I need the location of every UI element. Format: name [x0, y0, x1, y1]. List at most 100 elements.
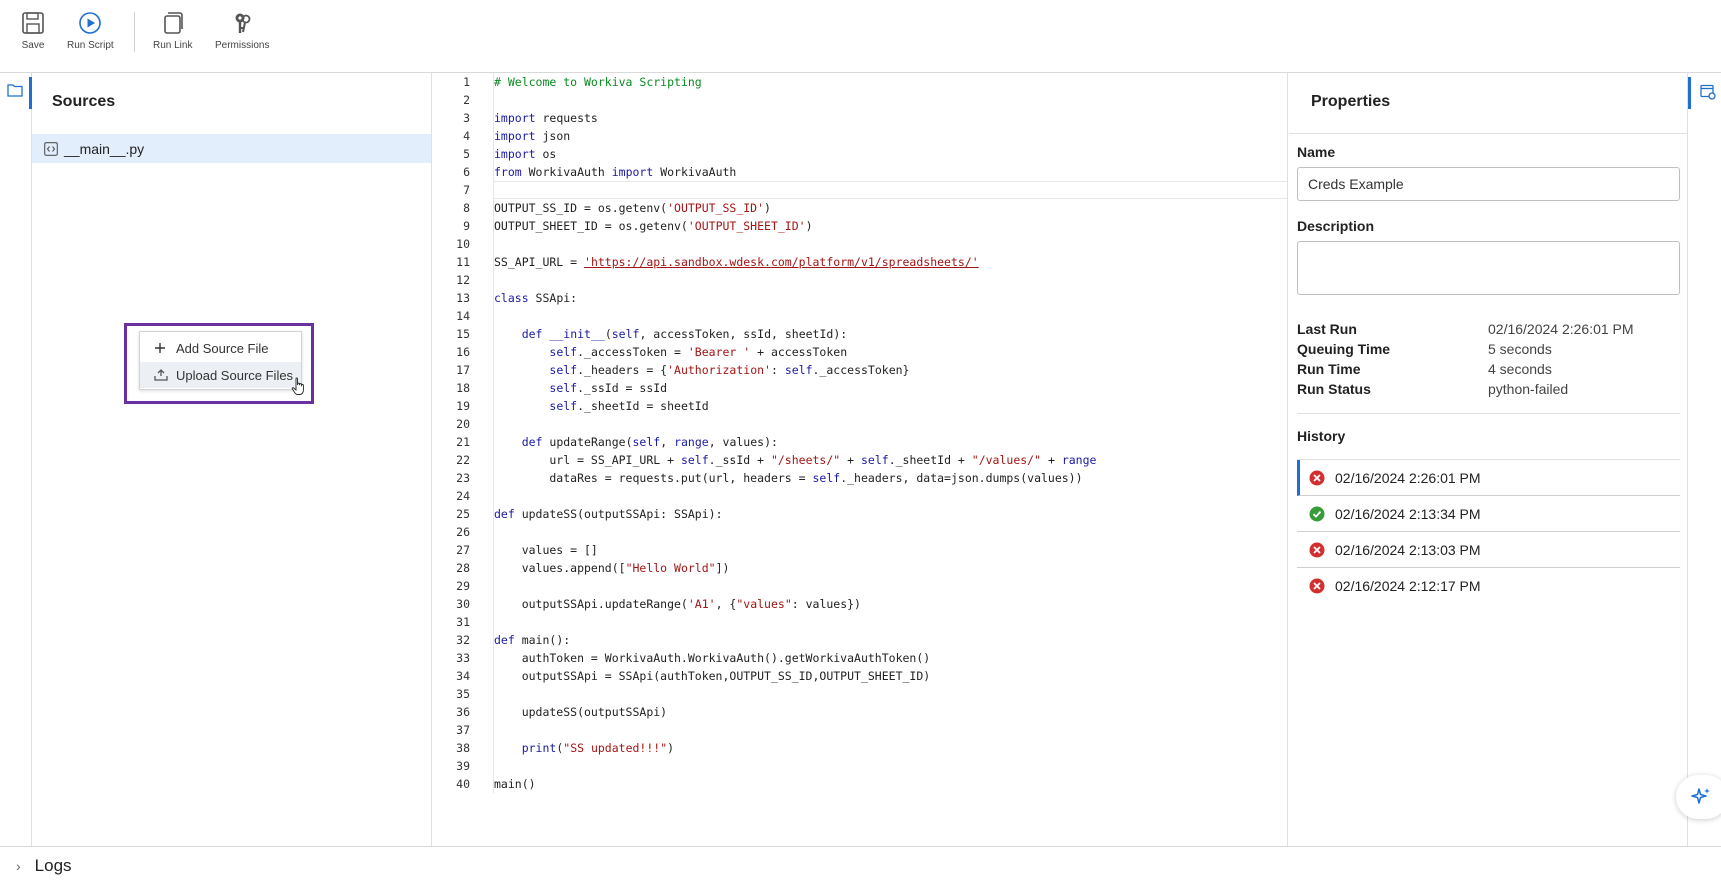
code-line: 35	[432, 685, 1287, 703]
stat-row-run-status: Run Status python-failed	[1297, 381, 1680, 401]
code-text: from WorkivaAuth import WorkivaAuth	[494, 165, 737, 179]
save-button[interactable]: Save	[20, 10, 46, 51]
line-number: 33	[456, 651, 470, 665]
properties-title: Properties	[1311, 93, 1391, 110]
code-line: 40 main()	[432, 775, 1287, 793]
permissions-button[interactable]: Permissions	[215, 10, 269, 51]
plus-icon	[154, 342, 170, 354]
code-text: SS_API_URL = 'https://api.sandbox.wdesk.…	[494, 255, 979, 269]
name-field[interactable]	[1297, 167, 1680, 201]
code-line: 9 OUTPUT_SHEET_ID = os.getenv('OUTPUT_SHE…	[432, 217, 1287, 235]
code-line: 39	[432, 757, 1287, 775]
error-icon	[1309, 470, 1325, 485]
line-number: 29	[456, 579, 470, 593]
add-source-file-label: Add Source File	[176, 340, 269, 356]
code-line: 6 from WorkivaAuth import WorkivaAuth	[432, 163, 1287, 181]
run-script-button[interactable]: Run Script	[67, 10, 114, 51]
code-lines: 1 # Welcome to Workiva Scripting 2 3 import …	[432, 73, 1287, 793]
stat-row-run-time: Run Time 4 seconds	[1297, 361, 1680, 381]
line-number: 1	[463, 75, 470, 89]
right-rail	[1688, 73, 1721, 846]
folder-icon[interactable]	[7, 83, 23, 102]
line-number: 17	[456, 363, 470, 377]
code-line: 1 # Welcome to Workiva Scripting	[432, 73, 1287, 91]
code-line: 37	[432, 721, 1287, 739]
code-line: 10	[432, 235, 1287, 253]
history-item[interactable]: 02/16/2024 2:26:01 PM	[1297, 460, 1680, 496]
stat-label: Queuing Time	[1297, 341, 1391, 357]
code-text: import requests	[494, 111, 598, 125]
stat-label: Run Time	[1297, 361, 1361, 377]
save-label: Save	[21, 40, 45, 51]
code-file-icon	[44, 141, 58, 156]
code-line: 2	[432, 91, 1287, 109]
add-source-file-item[interactable]: Add Source File	[140, 335, 301, 361]
stat-value: 4 seconds	[1488, 361, 1552, 377]
code-line: 22 url = SS_API_URL + self._ssId + "/she…	[432, 451, 1287, 469]
line-number: 25	[456, 507, 470, 521]
line-number: 11	[456, 255, 470, 269]
code-text: OUTPUT_SHEET_ID = os.getenv('OUTPUT_SHEE…	[494, 219, 813, 233]
run-script-label: Run Script	[67, 40, 114, 51]
stat-value: 02/16/2024 2:26:01 PM	[1488, 321, 1634, 337]
code-text: values.append(["Hello World"])	[494, 561, 730, 575]
code-line: 19 self._sheetId = sheetId	[432, 397, 1287, 415]
line-number: 5	[463, 147, 470, 161]
permissions-label: Permissions	[215, 40, 270, 51]
line-number: 27	[456, 543, 470, 557]
code-line: 7	[432, 181, 1287, 199]
code-editor[interactable]: 1 # Welcome to Workiva Scripting 2 3 import …	[432, 73, 1288, 846]
history-item[interactable]: 02/16/2024 2:12:17 PM	[1297, 568, 1680, 604]
left-rail	[0, 73, 32, 846]
line-number: 12	[456, 273, 470, 287]
context-menu: Add Source File Upload Source Files	[139, 331, 302, 390]
run-link-button[interactable]: Run Link	[153, 10, 192, 51]
code-line: 21 def updateRange(self, range, values):	[432, 433, 1287, 451]
code-text: values = []	[494, 543, 598, 557]
code-line: 3 import requests	[432, 109, 1287, 127]
code-text: outputSSApi.updateRange('A1', {"values":…	[494, 597, 861, 611]
code-line: 13 class SSApi:	[432, 289, 1287, 307]
code-line: 14	[432, 307, 1287, 325]
history-item[interactable]: 02/16/2024 2:13:03 PM	[1297, 532, 1680, 568]
current-line-highlight	[494, 181, 1287, 199]
rail-active-indicator	[1688, 77, 1691, 109]
code-text: def updateSS(outputSSApi: SSApi):	[494, 507, 723, 521]
code-text: self._ssId = ssId	[549, 381, 668, 395]
properties-header-divider	[1289, 133, 1688, 134]
code-line: 16 self._accessToken = 'Bearer ' + acces…	[432, 343, 1287, 361]
line-number: 16	[456, 345, 470, 359]
toolbar: Save Run Script Run Link Permissions	[0, 0, 1721, 73]
sparkle-icon	[1691, 788, 1710, 804]
line-number: 40	[456, 777, 470, 791]
upload-source-files-item[interactable]: Upload Source Files	[140, 362, 301, 388]
line-number: 31	[456, 615, 470, 629]
line-number: 28	[456, 561, 470, 575]
line-number: 26	[456, 525, 470, 539]
code-text: main()	[494, 777, 536, 791]
code-text: def __init__(self, accessToken, ssId, sh…	[521, 327, 848, 341]
file-item[interactable]: __main__.py	[32, 134, 431, 163]
logs-bar[interactable]: › Logs	[0, 846, 1721, 885]
code-text: import os	[494, 147, 557, 161]
line-number: 32	[456, 633, 470, 647]
line-number: 13	[456, 291, 470, 305]
play-icon	[79, 12, 102, 34]
line-number: 7	[463, 183, 470, 197]
code-line: 18 self._ssId = ssId	[432, 379, 1287, 397]
properties-panel: Properties Name Description Last Run 02/1…	[1289, 73, 1688, 846]
code-text: def main():	[494, 633, 571, 647]
history-item[interactable]: 02/16/2024 2:13:34 PM	[1297, 496, 1680, 532]
code-text: self._headers = {'Authorization': self._…	[549, 363, 910, 377]
description-field[interactable]	[1297, 241, 1680, 295]
ai-assistant-button[interactable]	[1676, 775, 1721, 819]
code-text: OUTPUT_SS_ID = os.getenv('OUTPUT_SS_ID')	[494, 201, 771, 215]
success-icon	[1309, 506, 1325, 521]
stat-label: Last Run	[1297, 321, 1357, 337]
code-line: 15 def __init__(self, accessToken, ssId,…	[432, 325, 1287, 343]
code-line: 33 authToken = WorkivaAuth.WorkivaAuth()…	[432, 649, 1287, 667]
line-number: 4	[463, 129, 470, 143]
properties-panel-icon[interactable]	[1700, 84, 1716, 105]
code-line: 27 values = []	[432, 541, 1287, 559]
code-text: authToken = WorkivaAuth.WorkivaAuth().ge…	[494, 651, 931, 665]
